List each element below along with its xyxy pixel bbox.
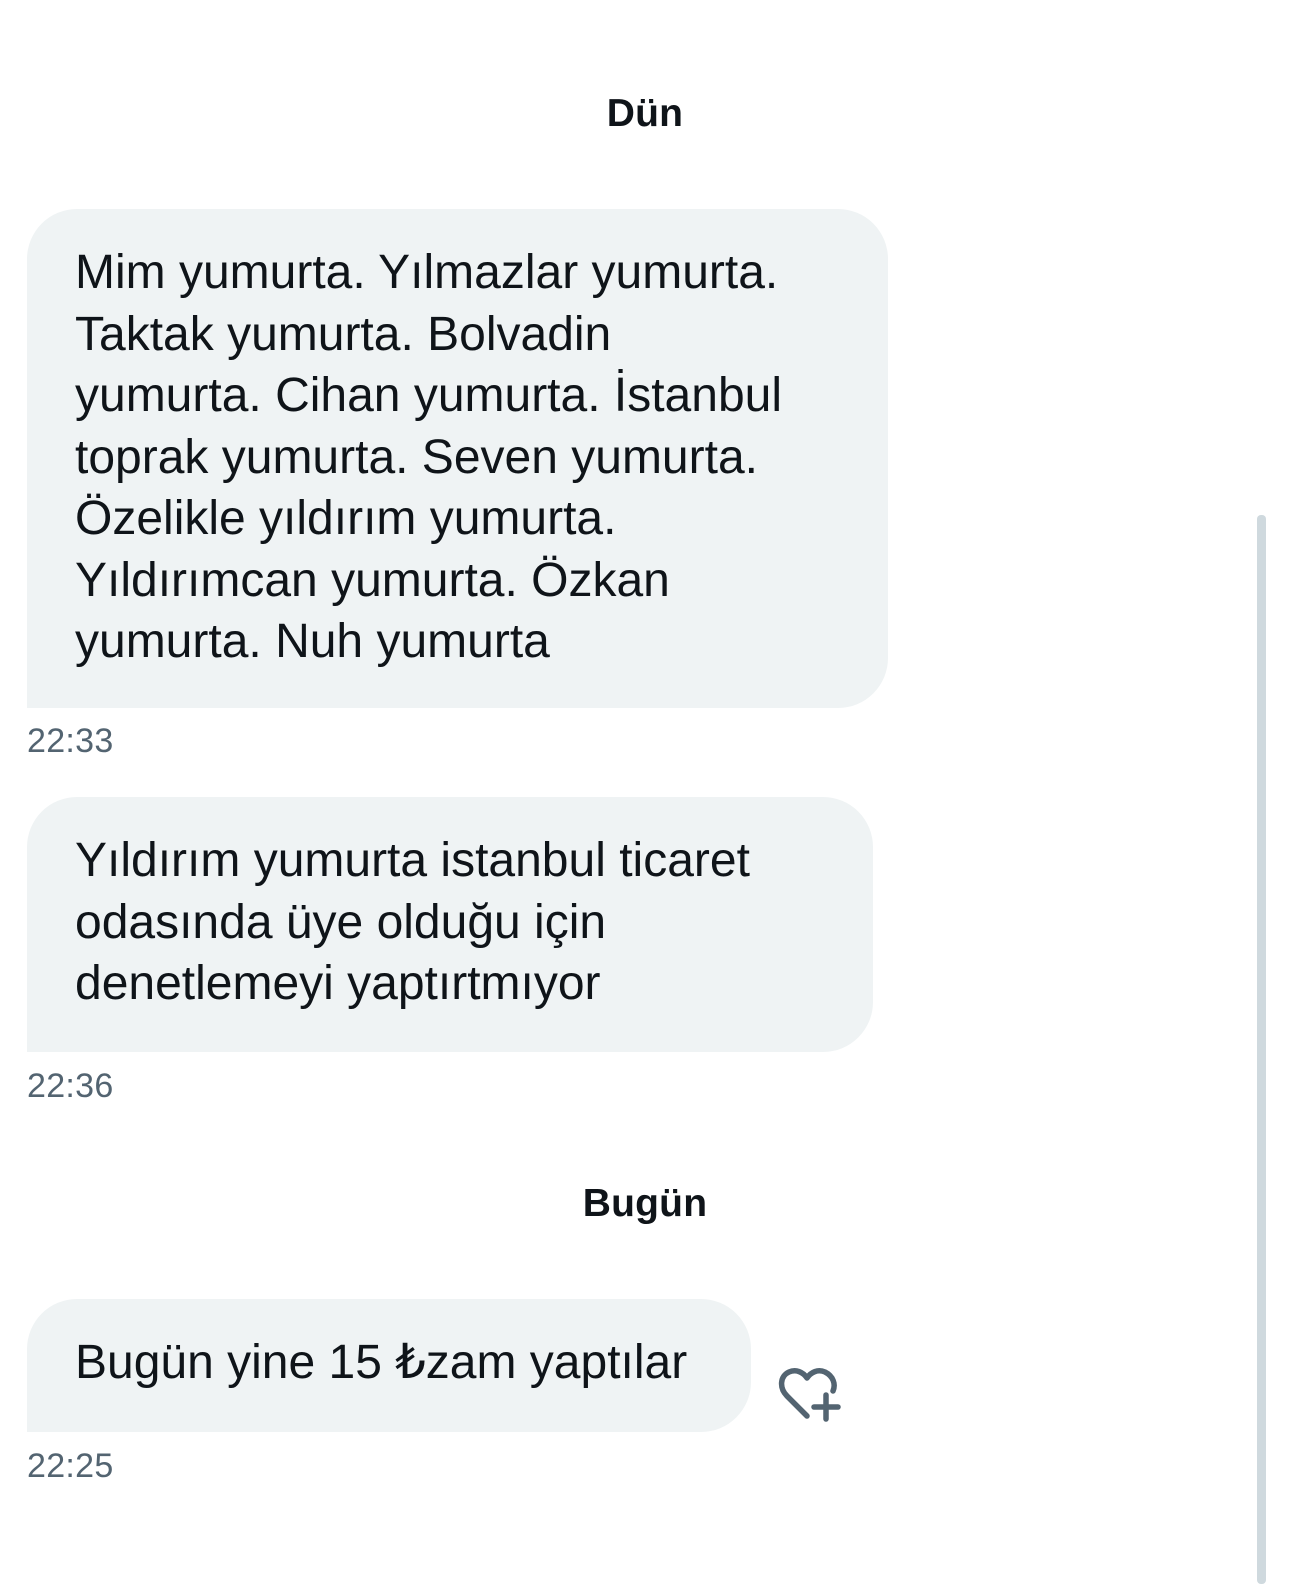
scrollbar-thumb[interactable]: [1257, 515, 1266, 1584]
received-message-bubble[interactable]: Bugün yine 15 ₺zam yaptılar: [27, 1299, 751, 1432]
received-message-bubble[interactable]: Yıldırım yumurta istanbul ticaret odasın…: [27, 797, 873, 1052]
heart-plus-icon: [778, 1368, 841, 1422]
message-timestamp: 22:25: [27, 1447, 114, 1485]
cut-off-header-fragment: [520, 0, 780, 4]
received-message-bubble[interactable]: Mim yumurta. Yılmazlar yumurta. Taktak y…: [27, 209, 888, 708]
date-separator-yesterday: Dün: [606, 92, 684, 135]
message-timestamp: 22:36: [27, 1067, 114, 1105]
date-separator-today: Bugün: [582, 1182, 708, 1225]
message-timestamp: 22:33: [27, 722, 114, 760]
add-reaction-button[interactable]: [776, 1364, 846, 1428]
